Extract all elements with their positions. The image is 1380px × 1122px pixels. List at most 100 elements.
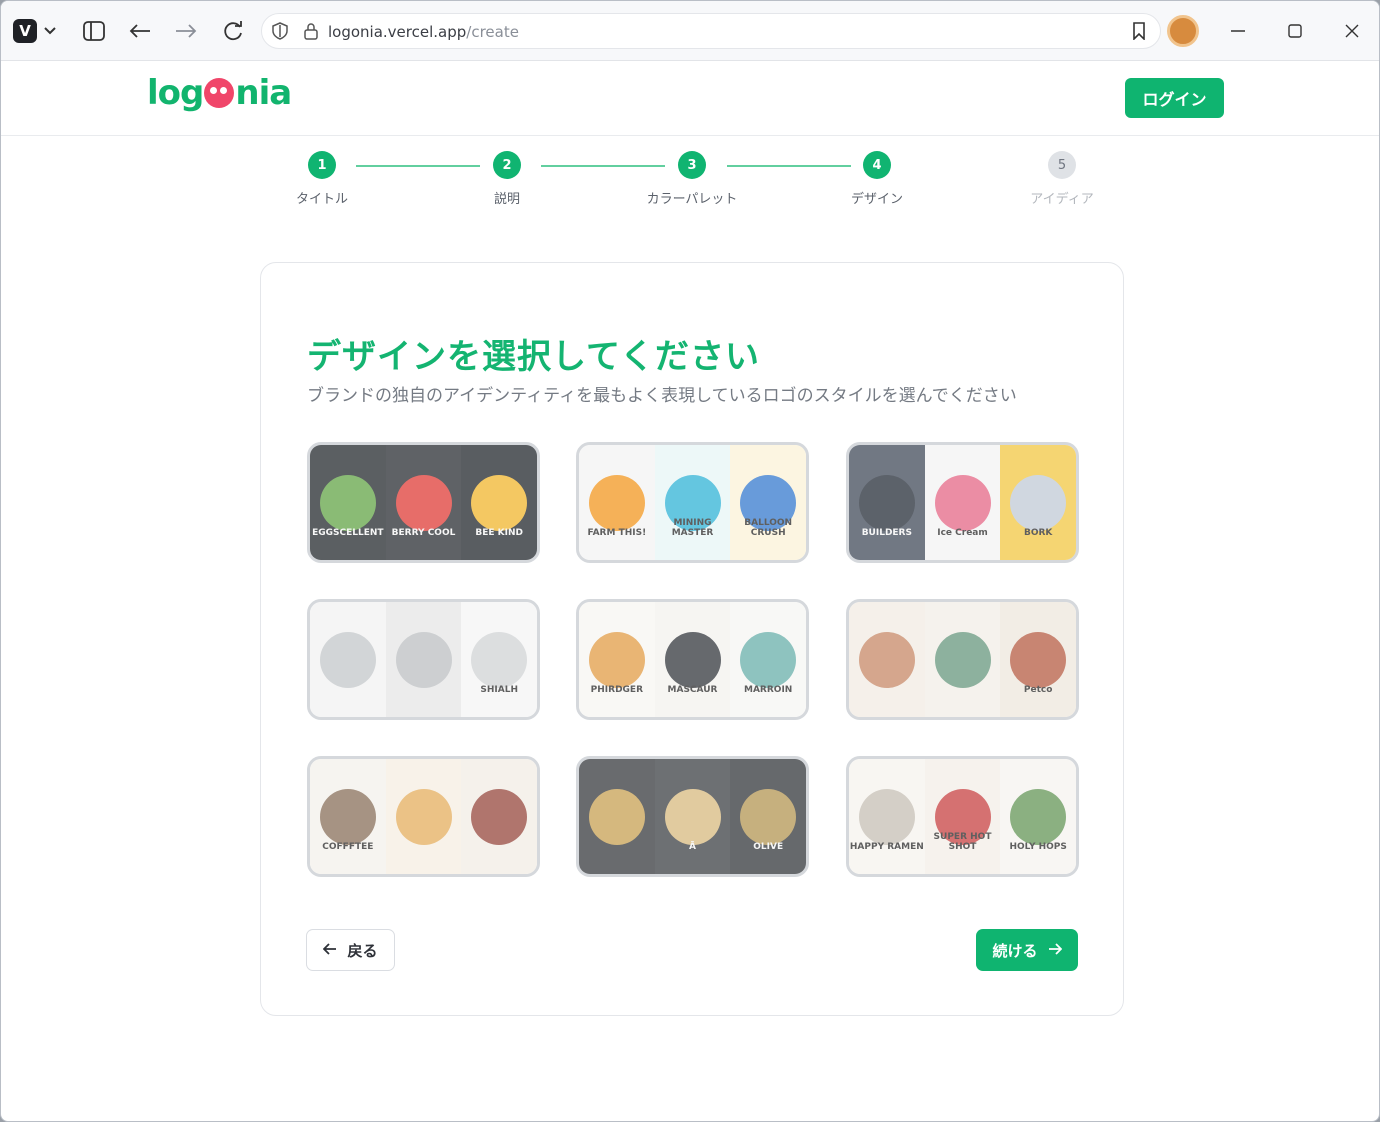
- design-option-vintage[interactable]: COFFFTEE: [307, 756, 540, 877]
- step-label: 説明: [493, 192, 520, 207]
- bookmark-icon[interactable]: [1132, 22, 1146, 44]
- login-button[interactable]: ログイン: [1125, 78, 1224, 118]
- design-option-app-icon[interactable]: FARM THIS! MINING MASTER BALLOON CRUSH: [576, 442, 809, 563]
- logo-sample-image: [395, 631, 452, 688]
- arrow-left-icon: [323, 941, 337, 959]
- logo-sample-text: MINING MASTER: [671, 518, 714, 538]
- step-label: デザイン: [850, 192, 903, 207]
- logo-sample-image: [664, 788, 721, 845]
- design-sample: BUILDERS: [849, 445, 925, 560]
- address-bar[interactable]: logonia.vercel.app/create: [261, 13, 1161, 49]
- logo-sample-image: [934, 631, 991, 688]
- logo-sample-text: SUPER HOT SHOT: [933, 832, 992, 852]
- logo-sample-image: [858, 788, 915, 845]
- browser-window: V logonia.vercel.app/create log nia ログイン…: [0, 0, 1380, 1122]
- page-subtitle: ブランドの独自のアイデンティティを最もよく表現しているロゴのスタイルを選んでくだ…: [307, 386, 1017, 406]
- design-option-luxury[interactable]: Ā OLIVE: [576, 756, 809, 877]
- logo-sample-text: OLIVE: [753, 842, 784, 852]
- continue-button[interactable]: 続ける: [976, 929, 1078, 971]
- forward-icon[interactable]: [171, 15, 201, 47]
- design-sample: MASCAUR: [654, 602, 731, 717]
- page-title: デザインを選択してください: [307, 337, 760, 377]
- mascot-icon: [204, 78, 235, 108]
- step-label: タイトル: [295, 192, 348, 207]
- design-sample: Petco: [1000, 602, 1076, 717]
- logo-sample-image: [588, 474, 645, 531]
- logo-sample-image: [664, 631, 721, 688]
- design-sample: [310, 602, 386, 717]
- design-sample: [385, 759, 462, 874]
- logo-sample-image: [1010, 474, 1067, 531]
- minimize-icon[interactable]: [1225, 19, 1251, 43]
- design-option-badge[interactable]: BUILDERS Ice Cream BORK: [846, 442, 1079, 563]
- profile-avatar[interactable]: [1167, 15, 1199, 47]
- step-1: 1 タイトル: [252, 151, 392, 207]
- logo-sample-image: [319, 788, 376, 845]
- arrow-right-icon: [1048, 941, 1062, 959]
- close-icon[interactable]: [1339, 19, 1365, 43]
- logonia-logo[interactable]: log nia: [147, 73, 292, 113]
- design-sample: BALLOON CRUSH: [730, 445, 806, 560]
- logo-sample-image: [588, 631, 645, 688]
- logo-sample-text: SHIALH: [480, 685, 518, 695]
- step-label: アイディア: [1030, 192, 1094, 207]
- reload-icon[interactable]: [218, 15, 248, 47]
- logo-sample-text: BERRY COOL: [391, 528, 456, 538]
- logo-sample-text: Ā: [689, 842, 696, 852]
- logo-sample-image: [471, 631, 528, 688]
- design-sample: BERRY COOL: [385, 445, 462, 560]
- logo-sample-image: [1010, 788, 1067, 845]
- sidebar-toggle-icon[interactable]: [79, 15, 109, 47]
- back-icon[interactable]: [125, 15, 155, 47]
- design-sample: HAPPY RAMEN: [849, 759, 925, 874]
- design-sample: SUPER HOT SHOT: [924, 759, 1001, 874]
- design-option-mascot[interactable]: EGGSCELLENT BERRY COOL BEE KIND: [307, 442, 540, 563]
- logo-sample-text: MASCAUR: [667, 685, 718, 695]
- design-option-minimal[interactable]: PHIRDGER MASCAUR MARROIN: [576, 599, 809, 720]
- logo-sample-image: [858, 631, 915, 688]
- logo-sample-text: Petco: [1023, 685, 1053, 695]
- step-5: 5 アイディア: [992, 151, 1132, 207]
- design-option-retro[interactable]: HAPPY RAMEN SUPER HOT SHOT HOLY HOPS: [846, 756, 1079, 877]
- lock-icon: [304, 22, 318, 44]
- step-label: カラーパレット: [646, 192, 738, 207]
- design-sample: [924, 602, 1001, 717]
- design-sample: OLIVE: [730, 759, 806, 874]
- logo-sample-image: [471, 788, 528, 845]
- logo-sample-image: [395, 788, 452, 845]
- step-number: 5: [1048, 151, 1076, 179]
- design-option-line-art[interactable]: SHIALH: [307, 599, 540, 720]
- design-sample: [849, 602, 925, 717]
- continue-label: 続ける: [992, 941, 1038, 960]
- design-option-emblem[interactable]: Petco: [846, 599, 1079, 720]
- chevron-down-icon[interactable]: [39, 15, 61, 47]
- logo-sample-image: [319, 474, 376, 531]
- vivaldi-menu-icon[interactable]: V: [11, 15, 39, 47]
- design-sample: FARM THIS!: [579, 445, 655, 560]
- progress-steps: 1 タイトル 2 説明 3 カラーパレット 4 デザイン 5 アイディア: [1, 151, 1379, 221]
- logo-sample-image: [395, 474, 452, 531]
- logo-sample-image: [319, 631, 376, 688]
- step-2: 2 説明: [437, 151, 577, 207]
- step-number: 2: [493, 151, 521, 179]
- logo-sample-text: HOLY HOPS: [1009, 842, 1067, 852]
- logo-sample-text: BEE KIND: [475, 528, 523, 538]
- browser-toolbar: V logonia.vercel.app/create: [1, 1, 1379, 61]
- logo-sample-text: Ice Cream: [937, 528, 988, 538]
- site-header: log nia ログイン: [1, 61, 1379, 136]
- design-selection-card: デザインを選択してください ブランドの独自のアイデンティティを最もよく表現してい…: [260, 262, 1124, 1016]
- shield-icon[interactable]: [272, 22, 288, 44]
- back-button[interactable]: 戻る: [306, 929, 395, 971]
- design-sample: MARROIN: [730, 602, 806, 717]
- step-3: 3 カラーパレット: [622, 151, 762, 207]
- url-text[interactable]: logonia.vercel.app/create: [328, 23, 519, 41]
- logo-sample-text: PHIRDGER: [590, 685, 643, 695]
- logo-sample-text: FARM THIS!: [587, 528, 647, 538]
- design-sample: COFFFTEE: [310, 759, 386, 874]
- logo-sample-image: [934, 474, 991, 531]
- maximize-icon[interactable]: [1282, 19, 1308, 43]
- step-number: 3: [678, 151, 706, 179]
- design-sample: EGGSCELLENT: [310, 445, 386, 560]
- logo-sample-text: BUILDERS: [861, 528, 912, 538]
- design-sample: BORK: [1000, 445, 1076, 560]
